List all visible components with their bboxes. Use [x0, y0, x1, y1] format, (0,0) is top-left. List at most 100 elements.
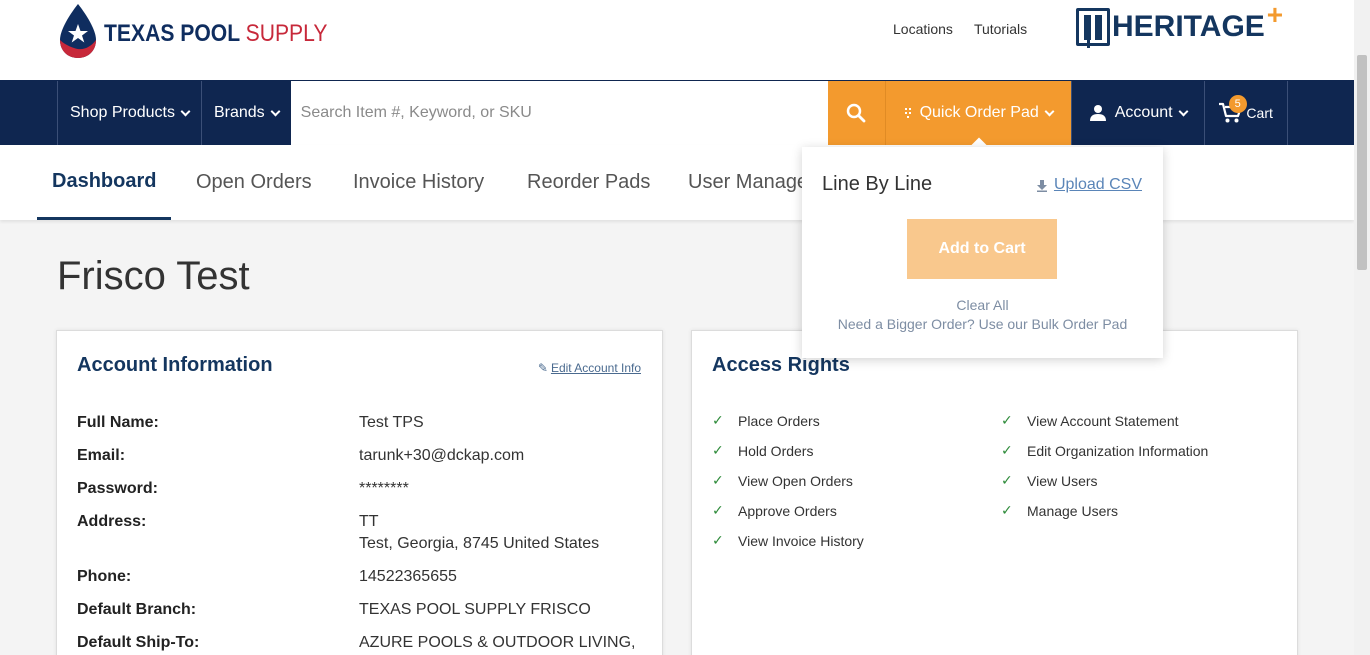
access-right-item: ✓ View Open Orders: [712, 472, 853, 489]
clear-all-link[interactable]: Clear All: [802, 297, 1163, 313]
top-header: TEXAS POOL SUPPLY Locations Tutorials HE…: [0, 0, 1354, 80]
add-to-cart-button[interactable]: Add to Cart: [907, 219, 1057, 279]
search-input[interactable]: [300, 104, 828, 122]
main-nav: Shop Products Brands Quick Order Pad: [0, 80, 1354, 155]
tutorials-link[interactable]: Tutorials: [974, 21, 1027, 37]
chevron-down-icon: [1044, 106, 1055, 116]
keypad-icon: [904, 108, 911, 118]
default-branch-value: TEXAS POOL SUPPLY FRISCO: [359, 601, 591, 618]
access-right-label: Hold Orders: [738, 442, 814, 459]
default-ship-to-value: AZURE POOLS & OUTDOOR LIVING,: [359, 634, 636, 651]
chevron-down-icon: [1178, 106, 1189, 116]
chevron-down-icon: [270, 106, 281, 116]
logo-drop-icon: [60, 4, 96, 58]
cart-button[interactable]: 5 Cart: [1203, 81, 1287, 145]
edit-account-info-link[interactable]: ✎ Edit Account Info: [538, 361, 641, 375]
heritage-h-icon: [1076, 8, 1110, 46]
account-menu[interactable]: Account: [1070, 81, 1204, 145]
search-box: [290, 81, 828, 145]
texas-pool-supply-logo[interactable]: TEXAS POOL SUPPLY: [56, 2, 358, 60]
check-icon: ✓: [712, 412, 724, 428]
scrollbar-thumb[interactable]: [1357, 55, 1367, 270]
default-ship-to-label: Default Ship-To:: [77, 634, 200, 651]
access-right-label: Manage Users: [1027, 502, 1119, 519]
user-icon: [1089, 105, 1106, 121]
edit-account-info-label: Edit Account Info: [550, 361, 641, 375]
bulk-order-pad-link[interactable]: Need a Bigger Order? Use our Bulk Order …: [802, 316, 1163, 332]
access-right-item: ✓ Approve Orders: [712, 502, 837, 519]
access-right-item: ✓ View Account Statement: [1001, 412, 1179, 429]
check-icon: ✓: [1001, 472, 1013, 488]
default-branch-label: Default Branch:: [77, 601, 197, 618]
phone-label: Phone:: [77, 568, 132, 585]
access-right-label: Approve Orders: [738, 502, 837, 519]
address-label: Address:: [77, 513, 147, 530]
page-title: Frisco Test: [57, 254, 250, 298]
check-icon: ✓: [712, 472, 724, 488]
account-information-card: Account Information ✎ Edit Account Info F…: [56, 330, 663, 655]
check-icon: ✓: [712, 532, 724, 548]
nav-divider: [1286, 81, 1316, 145]
access-right-label: View Users: [1027, 472, 1098, 489]
heritage-plus: +: [1266, 0, 1284, 30]
access-right-item: ✓ View Users: [1001, 472, 1098, 489]
logo-text-light: SUPPLY: [245, 20, 328, 47]
brands-label: Brands: [213, 104, 265, 121]
heritage-logo[interactable]: HERITAGE +: [1076, 0, 1283, 46]
account-label: Account: [1114, 104, 1173, 121]
address-line2: Test, Georgia, 8745 United States: [359, 535, 600, 552]
access-right-item: ✓ Place Orders: [712, 412, 820, 429]
upload-csv-label: Upload CSV: [1053, 176, 1142, 193]
pencil-icon: ✎: [537, 361, 548, 375]
tab-reorder-pads[interactable]: Reorder Pads: [527, 145, 650, 220]
shop-products-menu[interactable]: Shop Products: [57, 81, 201, 145]
password-value: ********: [359, 480, 409, 497]
locations-link[interactable]: Locations: [893, 21, 953, 37]
check-icon: ✓: [1001, 442, 1013, 458]
check-icon: ✓: [712, 502, 724, 518]
access-right-item: ✓ Manage Users: [1001, 502, 1118, 519]
access-right-label: Place Orders: [738, 412, 820, 429]
access-right-label: View Open Orders: [738, 472, 853, 489]
line-by-line-title: Line By Line: [822, 173, 933, 195]
heritage-text: HERITAGE: [1112, 10, 1265, 43]
tab-open-orders[interactable]: Open Orders: [196, 145, 312, 220]
account-information-heading: Account Information: [77, 354, 273, 376]
quick-order-pad-label: Quick Order Pad: [919, 104, 1039, 121]
tab-dashboard[interactable]: Dashboard: [37, 145, 172, 220]
access-right-item: ✓ Edit Organization Information: [1001, 442, 1208, 459]
chevron-down-icon: [180, 106, 191, 116]
search-button[interactable]: [827, 81, 885, 145]
page-scrollbar[interactable]: [1354, 0, 1370, 655]
check-icon: ✓: [1001, 412, 1013, 428]
logo-text-bold: TEXAS POOL: [104, 20, 240, 47]
cart-label: Cart: [1246, 105, 1273, 121]
email-label: Email:: [77, 447, 126, 464]
check-icon: ✓: [712, 442, 724, 458]
access-right-label: View Invoice History: [738, 532, 864, 549]
access-right-item: ✓ View Invoice History: [712, 532, 864, 549]
email-value: tarunk+30@dckap.com: [359, 447, 525, 464]
full-name-label: Full Name:: [77, 414, 159, 431]
quick-order-pad-dropdown: Line By Line Upload CSV Add to Cart Clea…: [802, 147, 1163, 358]
brands-menu[interactable]: Brands: [200, 81, 291, 145]
address-line1: TT: [359, 513, 379, 530]
logo-text: TEXAS POOL SUPPLY: [104, 20, 327, 48]
download-icon: [1036, 179, 1047, 192]
search-icon: [846, 103, 866, 123]
phone-value: 14522365655: [359, 568, 457, 585]
cart-count-badge: 5: [1228, 95, 1247, 113]
access-right-label: Edit Organization Information: [1027, 442, 1209, 459]
tab-invoice-history[interactable]: Invoice History: [353, 145, 484, 220]
access-right-label: View Account Statement: [1027, 412, 1179, 429]
upload-csv-link[interactable]: Upload CSV: [1036, 176, 1142, 194]
password-label: Password:: [77, 480, 158, 497]
access-rights-card: Access Rights ✓ Place Orders ✓ Hold Orders…: [691, 330, 1298, 655]
tab-user-management[interactable]: User Manage: [688, 145, 808, 220]
quick-order-pad-button[interactable]: Quick Order Pad: [884, 81, 1071, 155]
top-links: Locations Tutorials: [893, 21, 1027, 37]
shop-products-label: Shop Products: [70, 104, 175, 121]
check-icon: ✓: [1001, 502, 1013, 518]
access-right-item: ✓ Hold Orders: [712, 442, 813, 459]
full-name-value: Test TPS: [359, 414, 424, 431]
